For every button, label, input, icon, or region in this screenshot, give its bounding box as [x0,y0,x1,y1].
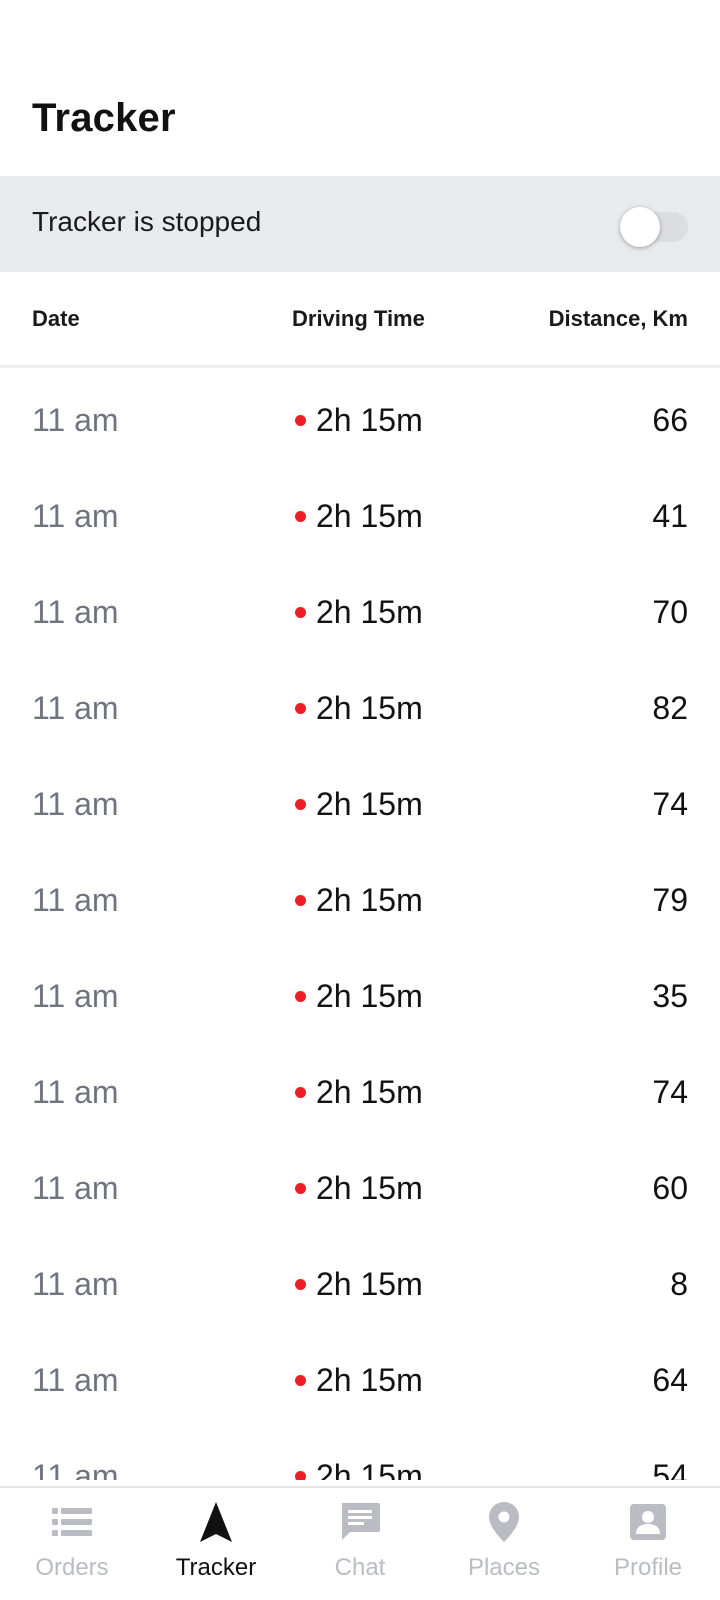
table-row[interactable]: 11 am 2h 15m 54 [0,1428,720,1480]
nav-label-chat: Chat [334,1554,386,1581]
row-distance: 79 [652,882,688,918]
row-driving-time-text: 2h 15m [316,402,423,438]
table-row[interactable]: 11 am 2h 15m 66 [0,372,720,468]
row-date: 11 am [32,498,119,534]
table-row[interactable]: 11 am 2h 15m 60 [0,1140,720,1236]
row-distance: 66 [652,402,688,438]
row-distance: 64 [652,1362,688,1398]
status-dot-icon [295,1375,306,1386]
row-date: 11 am [32,1458,119,1480]
row-distance: 8 [670,1266,688,1302]
row-distance: 35 [652,978,688,1014]
row-date: 11 am [32,978,119,1014]
trip-list[interactable]: 11 am 2h 15m 66 11 am 2h 15m 41 11 am 2h… [0,372,720,1480]
status-dot-icon [295,1471,306,1480]
nav-item-profile[interactable]: Profile [576,1488,720,1600]
row-driving-time-text: 2h 15m [316,1362,423,1398]
status-dot-icon [295,1279,306,1290]
row-driving-time-text: 2h 15m [316,1458,423,1480]
navigation-arrow-icon [200,1502,232,1542]
row-date: 11 am [32,1362,119,1398]
row-date: 11 am [32,594,119,630]
row-distance: 82 [652,690,688,726]
list-icon [52,1508,92,1536]
table-row[interactable]: 11 am 2h 15m 35 [0,948,720,1044]
row-date: 11 am [32,1266,119,1302]
status-dot-icon [295,415,306,426]
profile-card-icon [630,1504,666,1540]
tracker-toggle[interactable] [620,204,688,247]
column-header-driving-time: Driving Time [292,306,425,331]
status-dot-icon [295,703,306,714]
status-dot-icon [295,1183,306,1194]
row-distance: 74 [652,1074,688,1110]
bottom-navigation: Orders Tracker Chat Places Profile [0,1486,720,1600]
nav-item-chat[interactable]: Chat [288,1488,432,1600]
status-dot-icon [295,799,306,810]
table-row[interactable]: 11 am 2h 15m 74 [0,756,720,852]
row-date: 11 am [32,1074,119,1110]
table-row[interactable]: 11 am 2h 15m 8 [0,1236,720,1332]
app-header: Tracker [0,0,720,176]
column-header-distance: Distance, Km [548,306,688,331]
row-date: 11 am [32,882,119,918]
table-row[interactable]: 11 am 2h 15m 41 [0,468,720,564]
tracker-status-bar: Tracker is stopped [0,176,720,272]
toggle-thumb [620,207,660,247]
row-driving-time-text: 2h 15m [316,1074,423,1110]
row-driving-time-text: 2h 15m [316,1266,423,1302]
location-pin-icon [489,1502,519,1542]
row-date: 11 am [32,402,119,438]
nav-item-orders[interactable]: Orders [0,1488,144,1600]
status-dot-icon [295,991,306,1002]
nav-label-orders: Orders [35,1554,109,1581]
row-date: 11 am [32,786,119,822]
row-driving-time-text: 2h 15m [316,690,423,726]
nav-item-tracker[interactable]: Tracker [144,1488,288,1600]
nav-label-places: Places [467,1554,541,1581]
row-driving-time-text: 2h 15m [316,882,423,918]
row-driving-time-text: 2h 15m [316,594,423,630]
status-dot-icon [295,895,306,906]
table-row[interactable]: 11 am 2h 15m 74 [0,1044,720,1140]
row-driving-time-text: 2h 15m [316,978,423,1014]
row-distance: 41 [652,498,688,534]
table-header: Date Driving Time Distance, Km [0,272,720,368]
nav-label-tracker: Tracker [175,1554,257,1581]
status-dot-icon [295,607,306,618]
status-dot-icon [295,1087,306,1098]
row-driving-time-text: 2h 15m [316,1170,423,1206]
column-header-date: Date [32,306,80,331]
table-row[interactable]: 11 am 2h 15m 79 [0,852,720,948]
page-title: Tracker [32,96,176,140]
table-row[interactable]: 11 am 2h 15m 82 [0,660,720,756]
row-distance: 70 [652,594,688,630]
row-driving-time-text: 2h 15m [316,786,423,822]
row-driving-time-text: 2h 15m [316,498,423,534]
chat-icon [342,1503,380,1540]
row-distance: 74 [652,786,688,822]
row-date: 11 am [32,690,119,726]
nav-item-places[interactable]: Places [432,1488,576,1600]
row-distance: 60 [652,1170,688,1206]
table-row[interactable]: 11 am 2h 15m 64 [0,1332,720,1428]
nav-label-profile: Profile [613,1554,683,1581]
row-distance: 54 [652,1458,688,1480]
row-date: 11 am [32,1170,119,1206]
table-row[interactable]: 11 am 2h 15m 70 [0,564,720,660]
tracker-status-text: Tracker is stopped [32,206,262,237]
status-dot-icon [295,511,306,522]
